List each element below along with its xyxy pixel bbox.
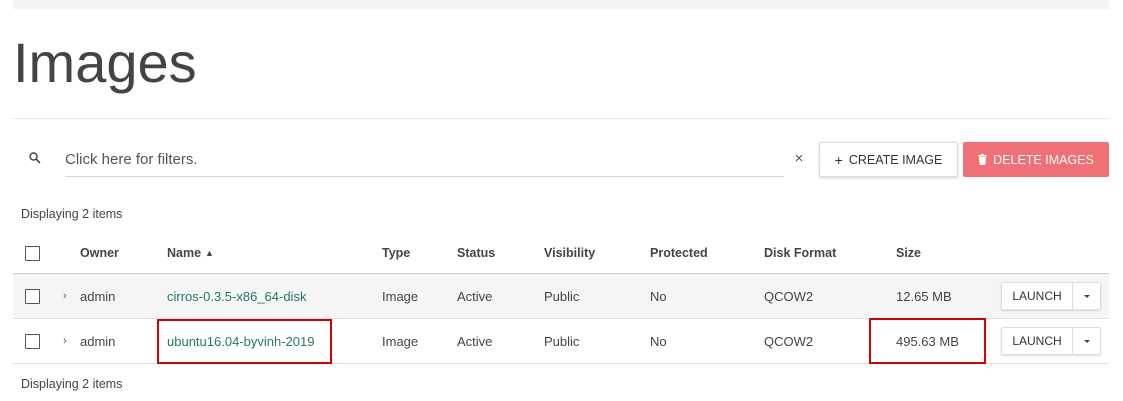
sort-ascending-icon: ▲ [205,248,214,258]
column-protected[interactable]: Protected [650,233,708,273]
table-header: Owner Name ▲ Type Status Visibility Prot… [13,233,1109,274]
disk-format-cell: QCOW2 [764,288,814,304]
trash-icon [978,154,988,165]
column-visibility[interactable]: Visibility [544,233,595,273]
column-owner[interactable]: Owner [80,233,119,273]
owner-cell: admin [80,333,116,349]
items-count-bottom: Displaying 2 items [21,377,123,391]
launch-button-group: LAUNCH [1001,327,1101,355]
column-size[interactable]: Size [896,233,921,273]
size-cell: 495.63 MB [896,333,959,349]
column-status[interactable]: Status [457,233,495,273]
table-row: › admin ubuntu16.04-byvinh-2019 Image Ac… [13,319,1109,364]
status-cell: Active [457,288,493,304]
type-cell: Image [382,333,419,349]
launch-dropdown-toggle[interactable] [1073,328,1100,354]
expand-row-icon[interactable]: › [63,274,67,318]
create-image-label: CREATE IMAGE [848,152,943,167]
image-name-link[interactable]: ubuntu16.04-byvinh-2019 [167,334,314,349]
launch-dropdown-toggle[interactable] [1073,283,1100,309]
clear-filter-icon[interactable]: × [791,150,807,168]
protected-cell: No [650,288,667,304]
filter-input[interactable] [65,143,784,177]
table-row: › admin cirros-0.3.5-x86_64-disk Image A… [13,274,1109,319]
disk-format-cell: QCOW2 [764,333,814,349]
launch-button-group: LAUNCH [1001,282,1101,310]
select-all-checkbox[interactable] [25,245,40,261]
row-checkbox[interactable] [25,288,40,304]
visibility-cell: Public [544,288,580,304]
expand-row-icon[interactable]: › [63,319,67,363]
size-cell: 12.65 MB [896,288,952,304]
column-name-label: Name [167,246,202,260]
items-count-top: Displaying 2 items [21,207,123,221]
type-cell: Image [382,288,419,304]
status-cell: Active [457,333,493,349]
page-title: Images [13,31,197,94]
top-strip [13,0,1109,9]
chevron-down-icon [1083,294,1090,298]
row-checkbox[interactable] [25,333,40,349]
plus-icon: + [834,151,843,168]
visibility-cell: Public [544,333,580,349]
launch-button[interactable]: LAUNCH [1002,328,1073,354]
delete-images-button[interactable]: DELETE IMAGES [963,142,1109,177]
protected-cell: No [650,333,667,349]
owner-cell: admin [80,288,116,304]
launch-button[interactable]: LAUNCH [1002,283,1073,309]
image-name-link[interactable]: cirros-0.3.5-x86_64-disk [167,289,306,304]
column-name[interactable]: Name ▲ [167,233,214,273]
search-icon [29,152,41,164]
delete-images-label: DELETE IMAGES [993,152,1094,167]
title-divider [13,118,1109,119]
column-type[interactable]: Type [382,233,410,273]
chevron-down-icon [1083,339,1090,343]
create-image-button[interactable]: + CREATE IMAGE [819,142,958,177]
column-disk-format[interactable]: Disk Format [764,233,836,273]
